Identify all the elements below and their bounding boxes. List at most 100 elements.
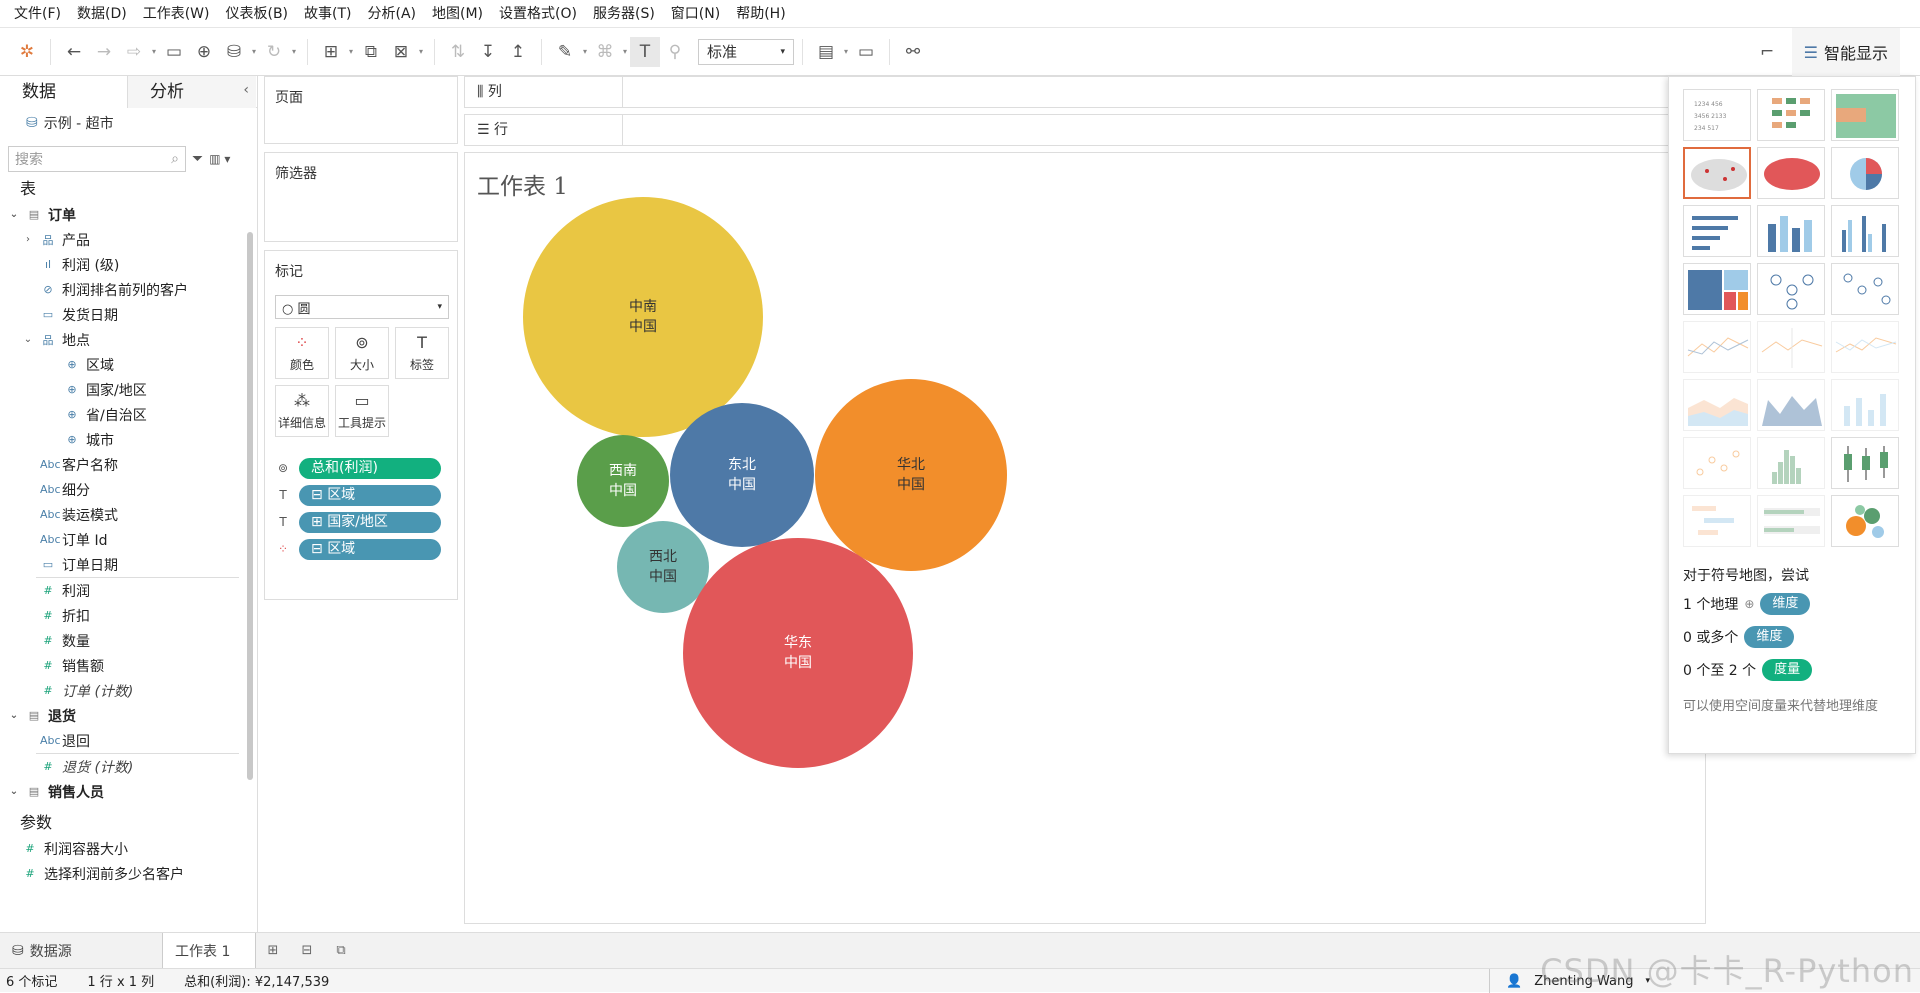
rows-shelf[interactable]: ☰ 行	[464, 114, 1706, 146]
field-item[interactable]: ⊕ 省/自治区	[0, 402, 257, 427]
new-dashboard-icon[interactable]: ⊟	[290, 943, 324, 958]
menu-analysis[interactable]: 分析(A)	[360, 0, 425, 28]
table-1[interactable]: ⌄ ▤ 退货	[0, 703, 257, 728]
field-item[interactable]: ⊕ 区域	[0, 352, 257, 377]
gantt-chart-thumbnail[interactable]	[1683, 495, 1751, 547]
tab-data[interactable]: 数据	[0, 76, 128, 108]
refresh-icon[interactable]: ↻	[259, 37, 289, 67]
field-item[interactable]: ▭ 订单日期	[0, 552, 257, 577]
filter-icon[interactable]: ⏷	[192, 151, 203, 167]
search-input[interactable]: 搜索 ⌕	[8, 146, 186, 172]
mark-pill-row[interactable]: T ⊞ 国家/地区	[275, 511, 441, 533]
show-labels-icon[interactable]: T	[630, 36, 660, 67]
bubble-mark[interactable]: 中南 中国	[523, 197, 763, 437]
field-item[interactable]: # 订单 (计数)	[0, 678, 257, 703]
tableau-logo-icon[interactable]: ✲	[12, 37, 42, 67]
mark-pill-row[interactable]: ⊚ 总和(利润)	[275, 457, 441, 479]
menu-map[interactable]: 地图(M)	[424, 0, 491, 28]
menu-file[interactable]: 文件(F)	[6, 0, 69, 28]
histogram-thumbnail[interactable]	[1757, 437, 1825, 489]
show-me-button[interactable]: ☰ 智能显示	[1791, 28, 1900, 76]
highlight-table-thumbnail[interactable]	[1831, 89, 1899, 141]
presentation-icon[interactable]: ▭	[851, 37, 881, 67]
line-continuous-thumbnail[interactable]	[1683, 321, 1751, 373]
region-label-pill[interactable]: ⊟ 区域	[299, 484, 441, 506]
menu-server[interactable]: 服务器(S)	[585, 0, 663, 28]
table-2[interactable]: ⌄ ▤ 销售人员	[0, 779, 257, 804]
mark-pill-row[interactable]: ⁘ ⊟ 区域	[275, 538, 441, 560]
new-datasource-icon[interactable]: ⊕	[189, 37, 219, 67]
view-canvas[interactable]: 工作表 1 中南 中国 西南 中国 东北 中国 华北 中国 西北 中国 华东 中国	[464, 152, 1706, 924]
replay-icon[interactable]: ⇨	[119, 37, 149, 67]
field-item[interactable]: ⊕ 城市	[0, 427, 257, 452]
field-item[interactable]: Abc 客户名称	[0, 452, 257, 477]
fit-select[interactable]: 标准 ▾	[698, 38, 794, 65]
area-discrete-thumbnail[interactable]	[1757, 379, 1825, 431]
pages-card[interactable]: 页面	[264, 76, 458, 144]
filled-map-thumbnail[interactable]	[1757, 147, 1825, 199]
scatter-plot-thumbnail[interactable]	[1683, 437, 1751, 489]
menu-data[interactable]: 数据(D)	[69, 0, 135, 28]
datasource-icon[interactable]: ⛁	[219, 37, 249, 67]
columns-shelf[interactable]: ⫼ 列	[464, 76, 1706, 108]
menu-worksheet[interactable]: 工作表(W)	[135, 0, 218, 28]
field-item[interactable]: # 数量	[0, 628, 257, 653]
bullet-graph-thumbnail[interactable]	[1757, 495, 1825, 547]
color-button[interactable]: ⁘ 颜色	[275, 327, 329, 379]
label-button[interactable]: T 标签	[395, 327, 449, 379]
field-item[interactable]: # 利润	[0, 578, 257, 603]
highlight-icon[interactable]: ✎	[550, 37, 580, 67]
symbol-map-thumbnail[interactable]	[1683, 147, 1751, 199]
scrollbar[interactable]	[247, 232, 253, 780]
stacked-bars-thumbnail[interactable]	[1757, 205, 1825, 257]
paint-icon[interactable]: ⌐	[1752, 37, 1782, 67]
share-icon[interactable]: ⚯	[898, 37, 928, 67]
sort-ascending-icon[interactable]: ↧	[473, 37, 503, 67]
new-story-icon[interactable]: ⧉	[324, 943, 358, 958]
param-item[interactable]: # 选择利润前多少名客户	[0, 861, 257, 886]
tab-sheet-1[interactable]: 工作表 1	[162, 932, 256, 969]
treemap-thumbnail[interactable]	[1683, 263, 1751, 315]
show-cards-icon[interactable]: ▤	[811, 37, 841, 67]
new-worksheet-icon[interactable]: ⊞	[316, 37, 346, 67]
field-item[interactable]: Abc 装运模式	[0, 502, 257, 527]
menu-dashboard[interactable]: 仪表板(B)	[217, 0, 296, 28]
field-item[interactable]: Abc 订单 Id	[0, 527, 257, 552]
view-options-icon[interactable]: ▥ ▾	[209, 152, 230, 166]
field-item[interactable]: ⌄ 品地点	[0, 327, 257, 352]
side-by-side-circles-thumbnail[interactable]	[1831, 263, 1899, 315]
datasource-item[interactable]: ⛁ 示例 - 超市	[0, 108, 257, 138]
detail-button[interactable]: ⁂ 详细信息	[275, 385, 329, 437]
chevron-icon[interactable]: ⌄	[22, 334, 34, 345]
sort-descending-icon[interactable]: ↥	[503, 37, 533, 67]
line-discrete-thumbnail[interactable]	[1757, 321, 1825, 373]
circle-views-thumbnail[interactable]	[1757, 263, 1825, 315]
field-item[interactable]: Abc 退回	[0, 728, 257, 753]
sum-profit-pill[interactable]: 总和(利润)	[299, 457, 441, 479]
duplicate-sheet-icon[interactable]: ⧉	[356, 37, 386, 67]
datasource-tab[interactable]: ⛁ 数据源	[0, 933, 84, 969]
field-item[interactable]: ıl 利润 (级)	[0, 252, 257, 277]
area-continuous-thumbnail[interactable]	[1683, 379, 1751, 431]
menu-format[interactable]: 设置格式(O)	[491, 0, 585, 28]
heat-map-thumbnail[interactable]	[1757, 89, 1825, 141]
text-table-thumbnail[interactable]: 1234 456 3456 2133 234 517	[1683, 89, 1751, 141]
field-item[interactable]: Abc 细分	[0, 477, 257, 502]
country-label-pill[interactable]: ⊞ 国家/地区	[299, 511, 441, 533]
chevron-icon[interactable]: ›	[22, 234, 34, 245]
menu-help[interactable]: 帮助(H)	[728, 0, 793, 28]
undo-icon[interactable]: ←	[59, 37, 89, 67]
mark-type-select[interactable]: ○ 圆 ▾	[275, 295, 449, 319]
save-icon[interactable]: ▭	[159, 37, 189, 67]
menu-window[interactable]: 窗口(N)	[663, 0, 728, 28]
field-item[interactable]: # 销售额	[0, 653, 257, 678]
side-by-side-bars-thumbnail[interactable]	[1831, 205, 1899, 257]
swap-icon[interactable]: ⇅	[443, 37, 473, 67]
bubble-mark[interactable]: 华东 中国	[683, 538, 913, 768]
field-item[interactable]: # 退货 (计数)	[0, 754, 257, 779]
tooltip-button[interactable]: ▭ 工具提示	[335, 385, 389, 437]
tab-analytics[interactable]: 分析	[128, 76, 256, 108]
region-color-pill[interactable]: ⊟ 区域	[299, 538, 441, 560]
dual-combination-thumbnail[interactable]	[1831, 379, 1899, 431]
clear-sheet-icon[interactable]: ⊠	[386, 37, 416, 67]
